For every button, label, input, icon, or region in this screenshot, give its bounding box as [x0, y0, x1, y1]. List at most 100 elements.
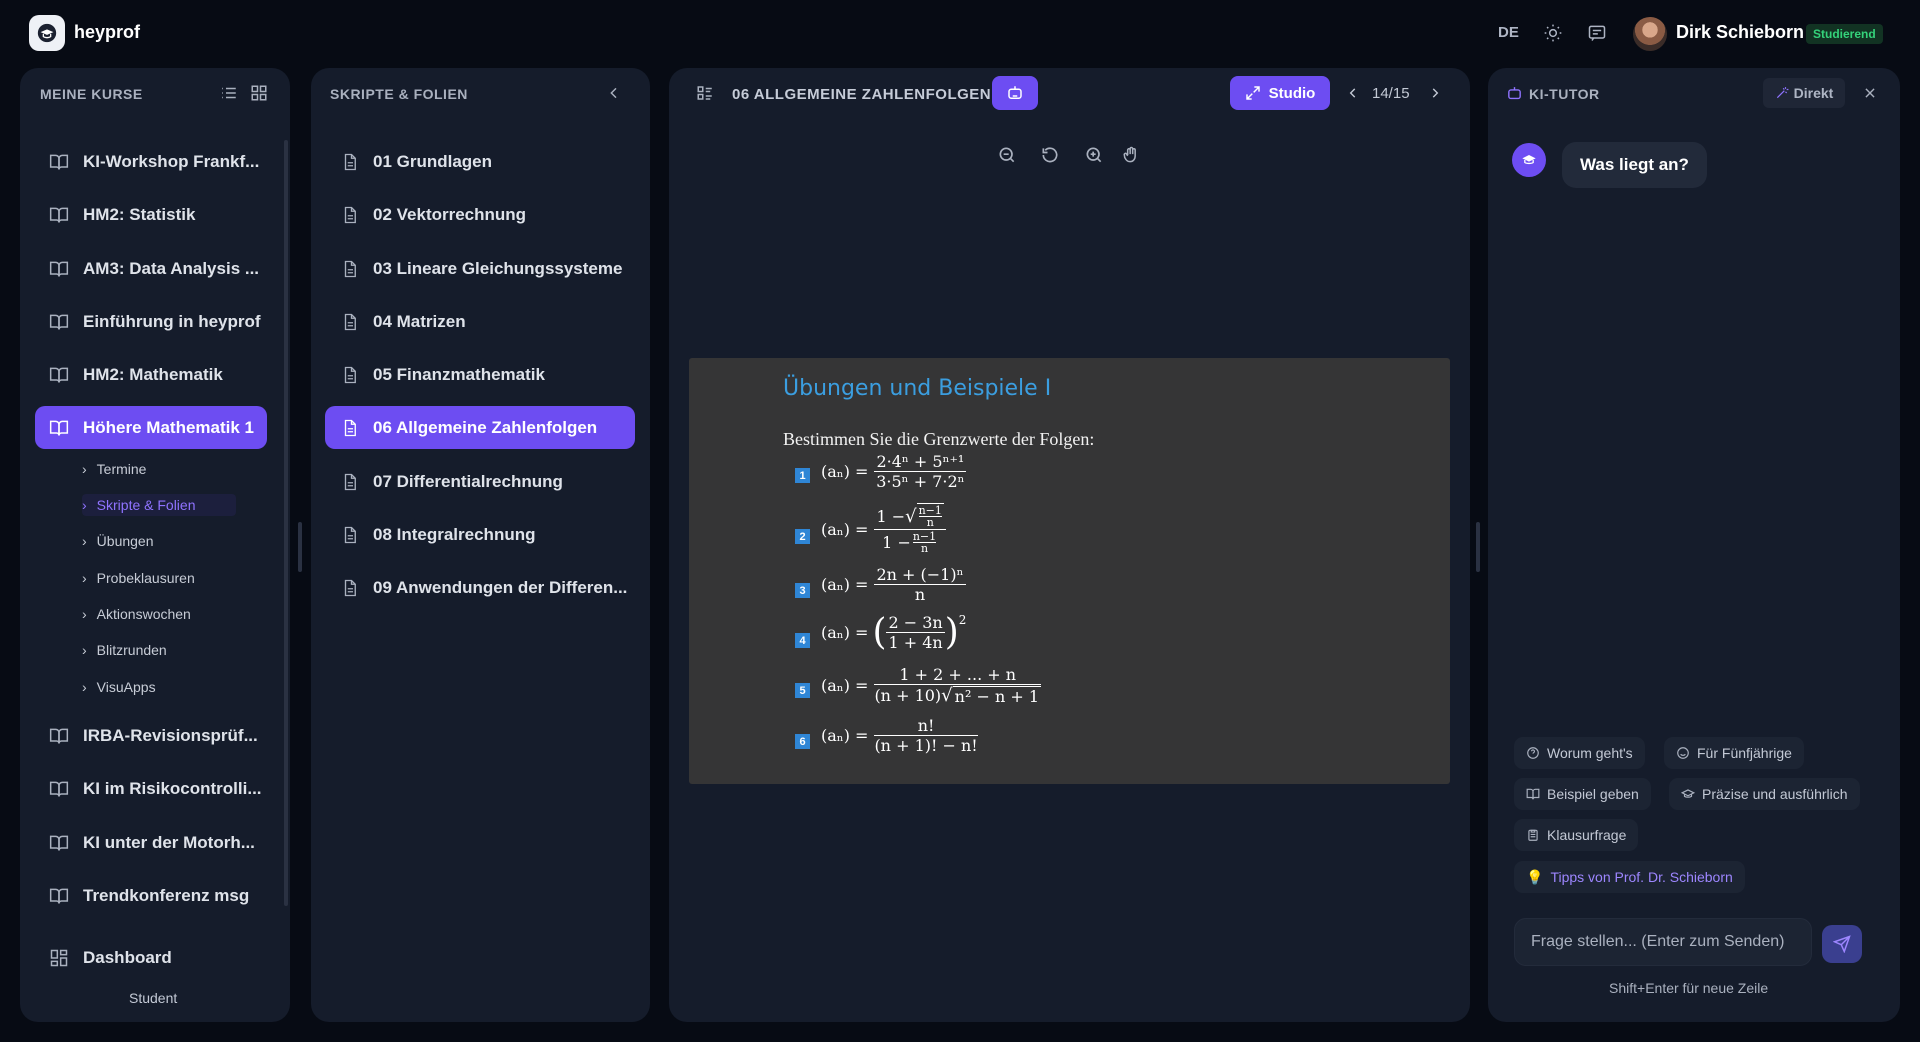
sub-item-probeklausuren[interactable]: › Probeklausuren	[82, 567, 195, 589]
slide-item-08[interactable]: 08 Integralrechnung	[325, 513, 635, 556]
slide-item-09[interactable]: 09 Anwendungen der Differen...	[325, 566, 635, 609]
courses-panel-title: MEINE KURSE	[40, 86, 143, 102]
courses-scrollbar[interactable]	[284, 140, 288, 906]
studio-button[interactable]: Studio	[1230, 76, 1330, 110]
next-page-chevron-icon[interactable]	[1424, 82, 1446, 104]
slide-item-02[interactable]: 02 Vektorrechnung	[325, 193, 635, 236]
course-label: Trendkonferenz msg	[83, 885, 250, 905]
collapse-chevron-left-icon[interactable]	[603, 82, 625, 104]
heyprof-logo-icon[interactable]	[29, 15, 65, 51]
prev-page-chevron-icon[interactable]	[1342, 82, 1364, 104]
user-avatar[interactable]	[1633, 17, 1667, 51]
chip-tipps-prof[interactable]: 💡 Tipps von Prof. Dr. Schieborn	[1514, 861, 1745, 893]
chip-label: Tipps von Prof. Dr. Schieborn	[1550, 869, 1733, 885]
rotate-icon[interactable]	[1039, 144, 1061, 166]
course-label: Einführung in heyprof	[83, 311, 261, 331]
robot-icon	[1503, 82, 1525, 104]
chevron-right-icon: ›	[82, 497, 87, 513]
zoom-out-icon[interactable]	[996, 144, 1018, 166]
list-view-icon[interactable]	[218, 82, 240, 104]
document-icon	[344, 206, 356, 223]
slide-item-07[interactable]: 07 Differentialrechnung	[325, 460, 635, 503]
document-icon	[344, 419, 356, 436]
tutor-panel-title: KI-TUTOR	[1529, 86, 1600, 102]
document-icon	[344, 313, 356, 330]
course-label: IRBA-Revisionsprüf...	[83, 725, 258, 745]
sub-item-skripte-folien[interactable]: › Skripte & Folien	[82, 494, 236, 516]
paren-close: )	[944, 611, 959, 653]
direkt-mode-button[interactable]: Direkt	[1763, 78, 1845, 108]
chip-fuer-fuenfjaehrige[interactable]: Für Fünfjährige	[1664, 737, 1804, 769]
outline-icon[interactable]	[694, 82, 716, 104]
question-input[interactable]	[1514, 918, 1812, 966]
close-icon[interactable]	[1859, 82, 1881, 104]
sub-item-aktionswochen[interactable]: › Aktionswochen	[82, 603, 191, 625]
equation-number: 5	[795, 683, 810, 698]
send-button[interactable]	[1822, 925, 1862, 963]
chip-klausurfrage[interactable]: Klausurfrage	[1514, 819, 1639, 851]
document-icon	[344, 526, 356, 543]
sub-item-label: Probeklausuren	[96, 570, 195, 586]
equation-numerator: 1 − √ n−1 n	[874, 503, 946, 530]
pan-hand-icon[interactable]	[1120, 144, 1142, 166]
slide-item-01[interactable]: 01 Grundlagen	[325, 140, 635, 183]
equation-number: 2	[795, 529, 810, 544]
dashboard-link[interactable]: Dashboard	[35, 936, 267, 979]
course-label: KI im Risikocontrolli...	[83, 778, 262, 798]
course-item-hm2-mathematik[interactable]: HM2: Mathematik	[35, 353, 267, 396]
chevron-right-icon: ›	[82, 570, 87, 586]
send-icon	[1833, 935, 1851, 953]
slide-item-06[interactable]: 06 Allgemeine Zahlenfolgen	[325, 406, 635, 449]
sub-item-visuapps[interactable]: › VisuApps	[82, 676, 156, 698]
ai-assistant-button[interactable]	[992, 76, 1038, 110]
sun-icon[interactable]	[1542, 22, 1564, 44]
document-icon	[344, 473, 356, 490]
equation-root-denominator: n	[926, 516, 934, 529]
course-item-ki-workshop[interactable]: KI-Workshop Frankf...	[35, 140, 267, 183]
slide-item-04[interactable]: 04 Matrizen	[325, 300, 635, 343]
slide-item-05[interactable]: 05 Finanzmathematik	[325, 353, 635, 396]
book-icon	[49, 781, 69, 797]
chip-label: Klausurfrage	[1547, 827, 1627, 843]
chip-beispiel-geben[interactable]: Beispiel geben	[1514, 778, 1651, 810]
slide-item-03[interactable]: 03 Lineare Gleichungssysteme	[325, 247, 635, 290]
direkt-label: Direkt	[1793, 85, 1834, 101]
resize-handle[interactable]	[1476, 522, 1480, 572]
chip-praezise[interactable]: Präzise und ausführlich	[1669, 778, 1860, 810]
chip-label: Für Fünfjährige	[1697, 745, 1792, 761]
course-item-ki-motorhaube[interactable]: KI unter der Motorh...	[35, 821, 267, 864]
equation-denominator: 1 + 4n	[888, 633, 943, 652]
book-icon	[49, 261, 69, 277]
course-item-irba[interactable]: IRBA-Revisionsprüf...	[35, 714, 267, 757]
document-icon	[344, 579, 356, 596]
course-item-trendkonferenz[interactable]: Trendkonferenz msg	[35, 874, 267, 917]
course-item-hm2-statistik[interactable]: HM2: Statistik	[35, 193, 267, 236]
course-item-am3[interactable]: AM3: Data Analysis ...	[35, 247, 267, 290]
equation-number: 3	[795, 583, 810, 598]
grid-view-icon[interactable]	[248, 82, 270, 104]
chip-worum-gehts[interactable]: Worum geht's	[1514, 737, 1645, 769]
course-item-ki-risikocontrolling[interactable]: KI im Risikocontrolli...	[35, 767, 267, 810]
sub-item-termine[interactable]: › Termine	[82, 458, 146, 480]
language-switch[interactable]: DE	[1498, 24, 1519, 41]
chevron-right-icon: ›	[82, 606, 87, 622]
resize-handle[interactable]	[298, 522, 302, 572]
user-name[interactable]: Dirk Schieborn	[1676, 22, 1804, 43]
book-icon	[49, 367, 69, 383]
equation-term: 1 −	[876, 506, 906, 526]
course-item-hoehere-mathematik-1[interactable]: Höhere Mathematik 1	[35, 406, 267, 449]
equation-lhs: (aₙ) =	[821, 519, 869, 539]
equation-lhs: (aₙ) =	[821, 726, 869, 745]
equation-4: (aₙ) = ( 2 − 3n 1 + 4n ) 2	[821, 613, 966, 652]
zoom-in-icon[interactable]	[1083, 144, 1105, 166]
slide-item-label: 05 Finanzmathematik	[373, 364, 545, 384]
tutor-avatar-icon	[1512, 143, 1546, 177]
chip-label: Worum geht's	[1547, 745, 1633, 761]
sub-item-blitzrunden[interactable]: › Blitzrunden	[82, 639, 167, 661]
slide-item-label: 07 Differentialrechnung	[373, 471, 563, 491]
chat-history-icon[interactable]	[1586, 22, 1608, 44]
sub-item-uebungen[interactable]: › Übungen	[82, 530, 154, 552]
course-item-einfuehrung[interactable]: Einführung in heyprof	[35, 300, 267, 343]
viewer-title: 06 ALLGEMEINE ZAHLENFOLGEN	[732, 86, 992, 103]
equation-exponent: 2	[958, 613, 967, 627]
